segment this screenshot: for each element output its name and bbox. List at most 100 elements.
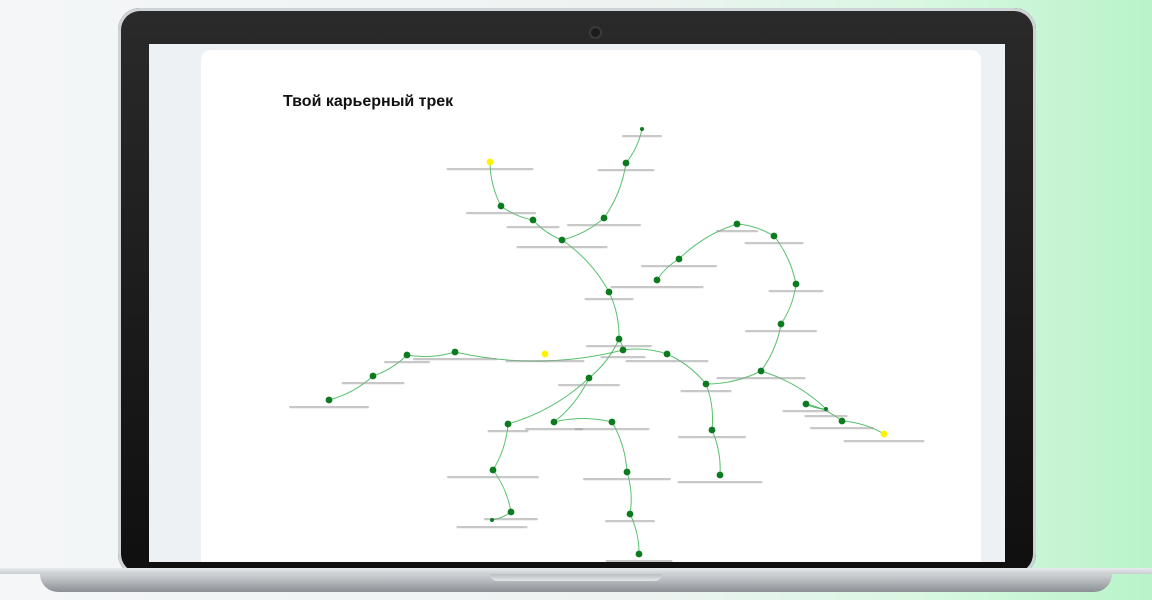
node-label (597, 169, 655, 172)
node-label (768, 290, 824, 293)
node-label (804, 415, 848, 418)
node-label (610, 286, 704, 289)
node-label (487, 430, 529, 433)
graph-node[interactable] (504, 420, 512, 428)
graph-labels (289, 135, 925, 562)
node-label (505, 360, 585, 363)
graph-node[interactable] (550, 418, 558, 426)
node-label (625, 360, 709, 363)
career-graph[interactable] (149, 44, 1005, 562)
graph-node[interactable] (585, 374, 593, 382)
node-label (716, 230, 758, 233)
graph-node[interactable] (635, 550, 643, 558)
node-label (446, 168, 534, 171)
node-label (384, 361, 430, 364)
graph-edge (532, 219, 563, 241)
node-label (716, 377, 806, 380)
graph-node[interactable] (608, 418, 616, 426)
graph-node[interactable] (777, 320, 785, 328)
node-label (584, 298, 634, 301)
node-label (525, 428, 583, 431)
graph-node[interactable] (403, 351, 411, 359)
node-label (605, 520, 655, 523)
node-label (447, 476, 539, 479)
graph-edge (625, 128, 643, 164)
node-label (516, 246, 608, 249)
graph-node[interactable] (653, 276, 661, 284)
node-label (456, 526, 528, 529)
node-label (810, 427, 874, 430)
laptop-notch (490, 574, 662, 581)
graph-edge (678, 223, 738, 260)
graph-edge (666, 353, 707, 385)
graph-edge (656, 258, 680, 281)
node-label (558, 384, 620, 387)
graph-node[interactable] (640, 127, 644, 131)
node-label (605, 560, 673, 562)
graph-edge (561, 217, 605, 241)
graph-edge (588, 338, 620, 379)
graph-node[interactable] (507, 508, 515, 516)
node-label (600, 356, 646, 359)
graph-node[interactable] (619, 346, 627, 354)
graph-node[interactable] (733, 220, 741, 228)
graph-node[interactable] (615, 335, 623, 343)
node-label (466, 212, 536, 215)
graph-node[interactable] (838, 417, 846, 425)
node-label (586, 345, 652, 348)
graph-edge (553, 418, 613, 423)
graph-edge (622, 348, 668, 355)
highlight-node[interactable] (541, 350, 549, 358)
graph-node[interactable] (623, 468, 631, 476)
graph-edges (328, 128, 885, 555)
graph-node[interactable] (451, 348, 459, 356)
graph-node[interactable] (702, 380, 710, 388)
node-label (744, 242, 804, 245)
graph-node[interactable] (558, 236, 566, 244)
node-label (506, 226, 560, 229)
graph-edge (328, 375, 374, 401)
graph-node[interactable] (600, 214, 608, 222)
node-label (641, 265, 717, 268)
highlight-node[interactable] (880, 430, 888, 438)
graph-nodes (325, 127, 888, 558)
node-label (574, 428, 650, 431)
laptop-screen: Твой карьерный трек (149, 44, 1005, 562)
graph-node[interactable] (792, 280, 800, 288)
graph-node[interactable] (489, 466, 497, 474)
graph-node[interactable] (802, 400, 810, 408)
graph-node[interactable] (529, 216, 537, 224)
node-label (680, 390, 732, 393)
node-label (583, 478, 671, 481)
node-label (782, 410, 830, 413)
graph-node[interactable] (824, 407, 828, 411)
node-label (622, 135, 662, 138)
graph-node[interactable] (497, 202, 505, 210)
camera-icon (591, 28, 600, 37)
node-label (678, 436, 746, 439)
node-label (341, 382, 405, 385)
highlight-node[interactable] (486, 158, 494, 166)
graph-edge (372, 354, 408, 377)
graph-edge (406, 351, 456, 358)
graph-node[interactable] (757, 367, 765, 375)
graph-node[interactable] (716, 471, 724, 479)
graph-node[interactable] (325, 396, 333, 404)
graph-node[interactable] (675, 255, 683, 263)
graph-node[interactable] (663, 350, 671, 358)
graph-node[interactable] (626, 510, 634, 518)
graph-node[interactable] (770, 232, 778, 240)
graph-node[interactable] (622, 159, 630, 167)
node-label (677, 481, 763, 484)
graph-node[interactable] (708, 426, 716, 434)
node-label (843, 440, 925, 443)
node-label (413, 358, 497, 361)
graph-edge (760, 370, 827, 410)
graph-edge (603, 162, 627, 219)
node-label (289, 406, 369, 409)
node-label (567, 224, 641, 227)
graph-node[interactable] (490, 518, 494, 522)
graph-node[interactable] (369, 372, 377, 380)
graph-node[interactable] (605, 288, 613, 296)
node-label (745, 330, 817, 333)
